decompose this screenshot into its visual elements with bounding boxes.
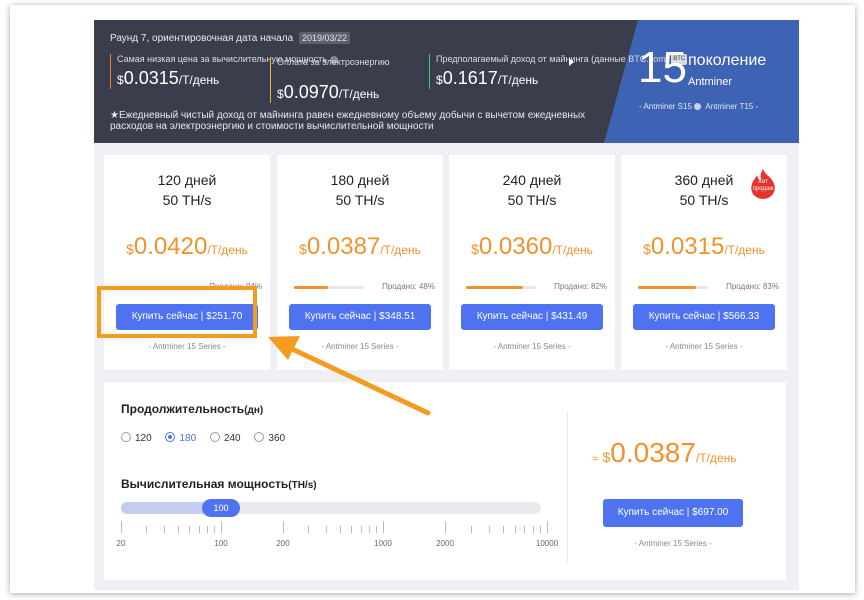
calculated-price: ≈ $0.0387/Т/день: [592, 437, 737, 468]
custom-plan-calculator: Продолжительность(дн) 120 180 240 360 Вы…: [104, 382, 786, 580]
plan-price: $0.0420/Т/день: [126, 233, 248, 260]
slider-tick: [351, 526, 353, 533]
electricity-stat: Оплата за электроэнергию $0.0970/Т/день: [270, 57, 390, 103]
series-label: - Antminer 15 Series -: [493, 342, 571, 351]
round-banner: Раунд 7, ориентировочная дата начала 201…: [94, 20, 799, 143]
slider-tick: [514, 526, 516, 533]
sold-progress: [466, 286, 536, 289]
hashrate-slider-thumb[interactable]: 100: [202, 499, 240, 517]
plan-power: 50 TH/s: [507, 192, 557, 208]
sold-label: Продано: 48%: [382, 282, 435, 291]
slider-tick: [177, 526, 179, 533]
electricity-label: Оплата за электроэнергию: [277, 57, 390, 67]
series-label: - Antminer 15 Series -: [321, 342, 399, 351]
plan-power: 50 TH/s: [162, 192, 212, 208]
generation-number: 15: [638, 43, 687, 92]
play-icon[interactable]: [569, 58, 574, 66]
slider-tick: [503, 526, 505, 533]
slider-tick: [547, 521, 548, 533]
slider-tick: [488, 526, 490, 533]
slider-tick: [540, 526, 542, 533]
info-icon[interactable]: [693, 103, 701, 111]
slider-tick-label: 2000: [436, 539, 454, 548]
slider-tick-label: 10000: [535, 539, 559, 548]
slider-tick: [164, 526, 166, 533]
slider-tick: [326, 526, 328, 533]
plan-days: 120 дней: [157, 172, 217, 188]
mining-income-stat: Предполагаемый доход от майнинга (данные…: [429, 54, 688, 89]
plan-card: Хит продаж 360 дней 50 TH/s $0.0315/Т/де…: [621, 155, 787, 370]
duration-title: Продолжительность(дн): [121, 402, 264, 416]
lowest-price-stat: Самая низкая цена за вычислительную мощн…: [110, 54, 338, 89]
plan-card: 180 дней 50 TH/s $0.0387/Т/день Продано:…: [277, 155, 443, 370]
model-t15[interactable]: Antminer T15 -: [705, 102, 758, 111]
slider-tick: [339, 526, 341, 533]
plan-days: 360 дней: [674, 172, 734, 188]
model-list: - Antminer S15 Antminer T15 -: [639, 102, 758, 111]
buy-now-button[interactable]: Купить сейчас | $566.33: [633, 304, 775, 330]
slider-tick-label: 200: [276, 539, 290, 548]
series-label: - Antminer 15 Series -: [634, 539, 712, 548]
plan-days: 180 дней: [330, 172, 390, 188]
sold-progress: [294, 286, 364, 289]
duration-option[interactable]: 240: [209, 432, 241, 444]
slider-tick: [198, 526, 200, 533]
hashrate-slider-track[interactable]: [121, 502, 541, 514]
slider-tick-label: 20: [116, 539, 126, 548]
generation-brand: Antminer: [688, 76, 733, 88]
duration-option[interactable]: 120: [121, 432, 152, 444]
plan-price: $0.0387/Т/день: [299, 233, 421, 260]
slider-tick: [360, 526, 362, 533]
highlight-box: [97, 286, 257, 338]
slider-tick: [383, 521, 384, 533]
buy-now-button[interactable]: Купить сейчас | $697.00: [603, 499, 743, 527]
sold-label: Продано: 83%: [726, 282, 779, 291]
plan-card: 240 дней 50 TH/s $0.0360/Т/день Продано:…: [449, 155, 615, 370]
mining-income-label: Предполагаемый доход от майнинга (данные…: [436, 54, 669, 64]
slider-tick: [376, 526, 378, 533]
slider-tick: [189, 526, 191, 533]
round-info: Раунд 7, ориентировочная дата начала 201…: [110, 32, 350, 44]
buy-now-button[interactable]: Купить сейчас | $431.49: [461, 304, 603, 330]
lowest-price-value: $0.0315/Т/день: [117, 68, 220, 88]
series-label: - Antminer 15 Series -: [665, 342, 743, 351]
plan-price: $0.0360/Т/день: [471, 233, 593, 260]
plan-days: 240 дней: [502, 172, 562, 188]
generation-word: поколение: [688, 52, 767, 69]
slider-tick: [369, 526, 371, 533]
start-date: 2019/03/22: [298, 32, 350, 44]
round-text: Раунд 7, ориентировочная дата начала: [110, 33, 294, 44]
slider-tick-label: 1000: [374, 539, 392, 548]
duration-option-selected[interactable]: 180: [165, 432, 196, 444]
slider-tick: [470, 526, 472, 533]
slider-tick: [445, 521, 446, 533]
duration-option[interactable]: 360: [254, 432, 285, 444]
slider-tick: [121, 521, 122, 533]
electricity-value: $0.0970/Т/день: [277, 82, 380, 102]
buy-now-button[interactable]: Купить сейчас | $348.51: [289, 304, 431, 330]
mining-income-value: $0.1617/Т/день: [436, 68, 539, 88]
sold-progress: [638, 286, 708, 289]
slider-tick: [532, 526, 534, 533]
series-label: - Antminer 15 Series -: [148, 342, 226, 351]
slider-tick: [146, 526, 148, 533]
slider-tick: [524, 526, 526, 533]
slider-ticks: [121, 521, 551, 533]
plan-price: $0.0315/Т/день: [643, 233, 765, 260]
plan-power: 50 TH/s: [679, 192, 729, 208]
plan-power: 50 TH/s: [335, 192, 385, 208]
hashrate-title: Вычислительная мощность(TH/s): [121, 477, 317, 491]
model-s15[interactable]: - Antminer S15: [639, 102, 692, 111]
slider-tick-labels: 20 100 200 1000 2000 10000: [117, 539, 561, 549]
footnote: ★Ежедневный чистый доход от майнинга рав…: [110, 110, 586, 132]
slider-tick: [308, 526, 310, 533]
slider-tick: [207, 526, 209, 533]
duration-options: 120 180 240 360: [121, 432, 296, 444]
divider: [567, 412, 568, 562]
slider-tick: [221, 521, 222, 533]
sold-label: Продано: 82%: [554, 282, 607, 291]
slider-tick: [283, 521, 284, 533]
slider-tick-label: 100: [214, 539, 228, 548]
slider-tick: [214, 526, 216, 533]
